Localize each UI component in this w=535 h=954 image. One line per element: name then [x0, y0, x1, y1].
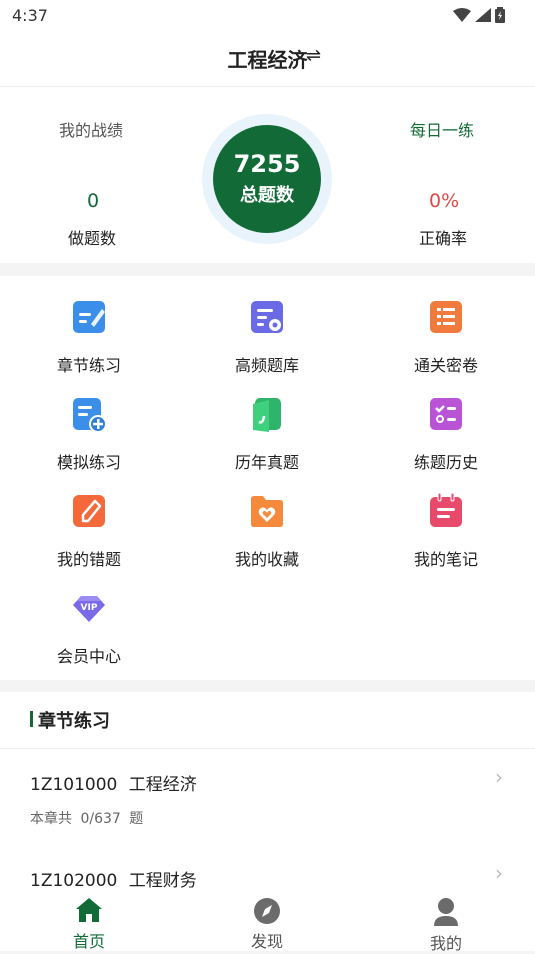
mock-practice-icon — [73, 398, 107, 433]
progress-prefix: 本章共 — [30, 811, 72, 827]
accuracy-value: 0% — [429, 190, 460, 212]
grid-item-history[interactable]: 练题历史 — [357, 373, 535, 472]
chevron-right-icon: › — [495, 861, 503, 885]
chapter-practice-icon — [73, 301, 105, 333]
section-divider — [0, 748, 535, 749]
grid-item-wrong-questions[interactable]: 我的错题 — [0, 470, 178, 569]
wrong-questions-icon — [73, 495, 105, 527]
chapter-code: 1Z102000 — [30, 871, 118, 891]
bottom-tab-bar: 首页 发现 我的 — [0, 892, 535, 953]
chevron-right-icon: › — [495, 765, 503, 789]
done-count: 0 — [87, 190, 100, 212]
grid-item-label: 我的笔记 — [413, 550, 478, 569]
grid-item-label: 会员中心 — [56, 647, 121, 666]
grid-item-secret-paper[interactable]: 通关密卷 — [357, 276, 535, 375]
svg-text:VIP: VIP — [81, 603, 98, 613]
done-label: 做题数 — [68, 229, 117, 248]
favorites-icon — [251, 496, 283, 527]
chapter-title: 1Z101000 工程经济 — [30, 770, 197, 795]
status-time: 4:37 — [12, 6, 48, 25]
grid-item-notes[interactable]: 我的笔记 — [357, 470, 535, 569]
chapter-name: 工程财务 — [128, 871, 197, 891]
past-exams-icon — [253, 398, 281, 432]
chapter-title: 1Z102000 工程财务 — [30, 866, 197, 891]
record-label: 我的战绩 — [59, 121, 124, 140]
tab-label: 首页 — [72, 932, 105, 951]
vip-icon: VIP — [73, 596, 105, 622]
status-bar: 4:37 — [0, 0, 535, 30]
section-title: 章节练习 — [38, 711, 110, 732]
total-questions-ring[interactable]: 7255 总题数 — [202, 114, 332, 244]
signal-icon — [475, 8, 491, 22]
daily-practice-link[interactable]: 每日一练 — [410, 117, 474, 141]
feature-grid: 章节练习 高频题库 通关密卷 模拟练习 历年真题 练题历史 我的错题 我的收藏 … — [0, 276, 535, 680]
secret-paper-icon — [430, 301, 462, 333]
profile-icon — [434, 898, 458, 926]
status-icons — [453, 7, 505, 23]
notes-icon — [430, 492, 462, 527]
accuracy-label: 正确率 — [419, 229, 468, 248]
chapter-code: 1Z101000 — [30, 775, 118, 795]
chapter-progress: 本章共 0/637 题 — [30, 808, 143, 828]
battery-icon — [495, 7, 505, 23]
wifi-icon — [453, 8, 471, 22]
grid-item-vip-center[interactable]: VIP 会员中心 — [0, 567, 178, 666]
section-accent-bar — [30, 711, 33, 727]
page-title: 工程经济 — [227, 48, 308, 72]
grid-item-frequent-bank[interactable]: 高频题库 — [178, 276, 356, 375]
grid-item-chapter-practice[interactable]: 章节练习 — [0, 276, 178, 375]
grid-item-mock-practice[interactable]: 模拟练习 — [0, 373, 178, 472]
grid-item-past-exams[interactable]: 历年真题 — [178, 373, 356, 472]
chapter-section: 章节练习 1Z101000 工程经济 › 本章共 0/637 题 1Z10200… — [0, 692, 535, 892]
switch-subject-icon[interactable]: ⇌ — [306, 45, 321, 66]
tab-label: 发现 — [250, 932, 283, 951]
total-questions-core: 7255 总题数 — [213, 125, 321, 233]
app-header: 工程经济 ⇌ — [0, 30, 535, 87]
total-label: 总题数 — [240, 185, 294, 206]
chapter-name: 工程经济 — [128, 775, 197, 795]
progress-suffix: 题 — [129, 811, 144, 827]
stats-card: 我的战绩 每日一练 0 做题数 7255 总题数 0% 正确率 — [0, 87, 535, 263]
grid-item-favorites[interactable]: 我的收藏 — [178, 470, 356, 569]
frequent-bank-icon — [251, 301, 283, 333]
grid-item-label: 我的收藏 — [234, 550, 299, 569]
compass-icon — [254, 898, 280, 924]
tab-label: 我的 — [429, 934, 462, 953]
home-icon — [76, 898, 102, 922]
total-count: 7255 — [233, 150, 301, 178]
progress-count: 0/637 — [80, 811, 121, 827]
history-icon — [430, 398, 462, 430]
